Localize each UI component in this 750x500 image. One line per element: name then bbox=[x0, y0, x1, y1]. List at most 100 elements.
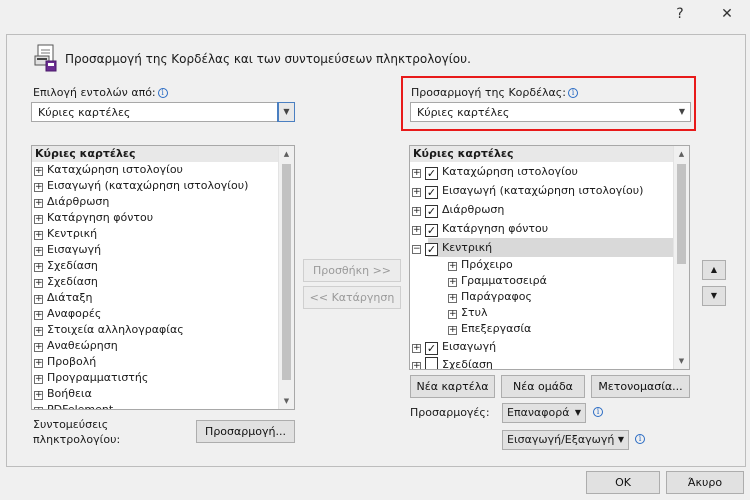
list-item[interactable]: + Σχεδίαση bbox=[34, 258, 98, 274]
tree-tab-item[interactable]: + ✓ Καταχώρηση ιστολογίου bbox=[412, 162, 578, 181]
rename-button[interactable]: Μετονομασία... bbox=[591, 375, 690, 398]
checkbox[interactable]: ✓ bbox=[425, 167, 438, 180]
expand-plus-icon[interactable]: + bbox=[34, 295, 43, 304]
ribbon-tabs-tree[interactable]: Κύριες καρτέλες + ✓ Καταχώρηση ιστολογίου +… bbox=[409, 145, 690, 370]
tree-tab-item[interactable]: + ✓ Διάρθρωση bbox=[412, 200, 504, 219]
expand-plus-icon[interactable]: + bbox=[34, 167, 43, 176]
list-header: Κύριες καρτέλες bbox=[32, 146, 279, 162]
expand-plus-icon[interactable]: + bbox=[412, 169, 421, 178]
expand-plus-icon[interactable]: + bbox=[412, 226, 421, 235]
expand-plus-icon[interactable]: + bbox=[34, 279, 43, 288]
expand-plus-icon[interactable]: + bbox=[34, 183, 43, 192]
checkbox[interactable] bbox=[425, 357, 438, 369]
expand-plus-icon[interactable]: + bbox=[34, 391, 43, 400]
expand-plus-icon[interactable]: + bbox=[34, 407, 43, 409]
checkbox[interactable]: ✓ bbox=[425, 205, 438, 218]
list-item[interactable]: + Εισαγωγή bbox=[34, 242, 101, 258]
move-up-button[interactable]: ▲ bbox=[702, 260, 726, 280]
checkbox[interactable]: ✓ bbox=[425, 224, 438, 237]
info-icon[interactable]: i bbox=[593, 407, 603, 417]
chevron-down-icon[interactable]: ▼ bbox=[277, 102, 295, 122]
expand-plus-icon[interactable]: + bbox=[412, 188, 421, 197]
list-item[interactable]: + Σχεδίαση bbox=[34, 274, 98, 290]
ok-button[interactable]: OK bbox=[586, 471, 660, 494]
list-item[interactable]: + Κατάργηση φόντου bbox=[34, 210, 153, 226]
list-item[interactable]: + Βοήθεια bbox=[34, 386, 92, 402]
tree-group-item[interactable]: + Πρόχειρο bbox=[448, 257, 513, 273]
expand-plus-icon[interactable]: + bbox=[34, 231, 43, 240]
expand-plus-icon[interactable]: + bbox=[34, 311, 43, 320]
tree-tab-item[interactable]: + ✓ Εισαγωγή bbox=[412, 337, 496, 356]
customize-shortcuts-button[interactable]: Προσαρμογή... bbox=[196, 420, 295, 443]
list-item[interactable]: + Κεντρική bbox=[34, 226, 97, 242]
expand-plus-icon[interactable]: + bbox=[448, 310, 457, 319]
list-item-label: Διάταξη bbox=[47, 291, 93, 304]
commands-list[interactable]: Κύριες καρτέλες + Καταχώρηση ιστολογίου + Ε… bbox=[31, 145, 295, 410]
collapse-minus-icon[interactable]: − bbox=[412, 245, 421, 254]
expand-plus-icon[interactable]: + bbox=[412, 344, 421, 353]
expand-plus-icon[interactable]: + bbox=[34, 247, 43, 256]
import-export-dropdown[interactable]: Εισαγωγή/Εξαγωγή ▼ bbox=[502, 430, 629, 450]
tree-item-label: Κατάργηση φόντου bbox=[442, 222, 549, 235]
list-item[interactable]: + Διάρθρωση bbox=[34, 194, 109, 210]
list-item-label: Κατάργηση φόντου bbox=[47, 211, 154, 224]
list-item[interactable]: + Εισαγωγή (καταχώρηση ιστολογίου) bbox=[34, 178, 248, 194]
expand-plus-icon[interactable]: + bbox=[448, 326, 457, 335]
info-icon[interactable]: i bbox=[157, 88, 168, 98]
list-item[interactable]: + Προγραμματιστής bbox=[34, 370, 148, 386]
tree-tab-item[interactable]: + Σχεδίαση bbox=[412, 355, 493, 369]
reset-dropdown[interactable]: Επαναφορά ▼ bbox=[502, 403, 586, 423]
scroll-down-arrow-icon[interactable]: ▼ bbox=[279, 393, 294, 409]
remove-button[interactable]: << Κατάργηση bbox=[303, 286, 401, 309]
chevron-down-icon[interactable]: ▼ bbox=[674, 103, 690, 121]
expand-plus-icon[interactable]: + bbox=[34, 343, 43, 352]
scroll-up-arrow-icon[interactable]: ▲ bbox=[279, 146, 294, 162]
cancel-button[interactable]: Άκυρο bbox=[666, 471, 744, 494]
move-down-button[interactable]: ▼ bbox=[702, 286, 726, 306]
expand-plus-icon[interactable]: + bbox=[34, 375, 43, 384]
scroll-down-arrow-icon[interactable]: ▼ bbox=[674, 353, 689, 369]
customize-ribbon-dropdown[interactable]: Κύριες καρτέλες ▼ bbox=[410, 102, 691, 122]
new-group-button[interactable]: Νέα ομάδα bbox=[501, 375, 585, 398]
checkbox[interactable]: ✓ bbox=[425, 342, 438, 355]
expand-plus-icon[interactable]: + bbox=[448, 262, 457, 271]
choose-commands-dropdown[interactable]: Κύριες καρτέλες ▼ bbox=[31, 102, 295, 122]
list-item[interactable]: + Στοιχεία αλληλογραφίας bbox=[34, 322, 184, 338]
checkbox[interactable]: ✓ bbox=[425, 243, 438, 256]
list-item[interactable]: + Αναφορές bbox=[34, 306, 101, 322]
info-icon[interactable]: i bbox=[635, 434, 645, 444]
list-item[interactable]: + Καταχώρηση ιστολογίου bbox=[34, 162, 183, 178]
expand-plus-icon[interactable]: + bbox=[34, 359, 43, 368]
scroll-thumb[interactable] bbox=[282, 164, 291, 380]
info-icon[interactable]: i bbox=[567, 88, 578, 98]
add-button[interactable]: Προσθήκη >> bbox=[303, 259, 401, 282]
left-list-scrollbar[interactable]: ▲ ▼ bbox=[278, 146, 294, 409]
expand-plus-icon[interactable]: + bbox=[34, 199, 43, 208]
tree-group-item[interactable]: + Γραμματοσειρά bbox=[448, 273, 547, 289]
tree-group-item[interactable]: + Επεξεργασία bbox=[448, 321, 531, 337]
expand-plus-icon[interactable]: + bbox=[34, 215, 43, 224]
close-button[interactable]: ✕ bbox=[716, 4, 738, 24]
new-tab-button[interactable]: Νέα καρτέλα bbox=[410, 375, 495, 398]
tree-tab-item[interactable]: + ✓ Κατάργηση φόντου bbox=[412, 219, 548, 238]
help-button[interactable]: ? bbox=[669, 4, 691, 24]
tree-tab-item[interactable]: + ✓ Εισαγωγή (καταχώρηση ιστολογίου) bbox=[412, 181, 643, 200]
list-item-label: Προγραμματιστής bbox=[47, 371, 149, 384]
tree-group-item[interactable]: + Στυλ bbox=[448, 305, 487, 321]
list-item[interactable]: + Προβολή bbox=[34, 354, 96, 370]
expand-plus-icon[interactable]: + bbox=[448, 294, 457, 303]
expand-plus-icon[interactable]: + bbox=[34, 263, 43, 272]
list-item[interactable]: + Διάταξη bbox=[34, 290, 92, 306]
expand-plus-icon[interactable]: + bbox=[412, 207, 421, 216]
expand-plus-icon[interactable]: + bbox=[412, 362, 421, 369]
tree-group-item[interactable]: + Παράγραφος bbox=[448, 289, 532, 305]
right-tree-scrollbar[interactable]: ▲ ▼ bbox=[673, 146, 689, 369]
tree-tab-item[interactable]: − ✓ Κεντρική bbox=[412, 238, 673, 257]
list-item[interactable]: + PDFelement bbox=[34, 402, 113, 409]
scroll-thumb[interactable] bbox=[677, 164, 686, 264]
scroll-up-arrow-icon[interactable]: ▲ bbox=[674, 146, 689, 162]
checkbox[interactable]: ✓ bbox=[425, 186, 438, 199]
expand-plus-icon[interactable]: + bbox=[448, 278, 457, 287]
list-item[interactable]: + Αναθεώρηση bbox=[34, 338, 118, 354]
expand-plus-icon[interactable]: + bbox=[34, 327, 43, 336]
